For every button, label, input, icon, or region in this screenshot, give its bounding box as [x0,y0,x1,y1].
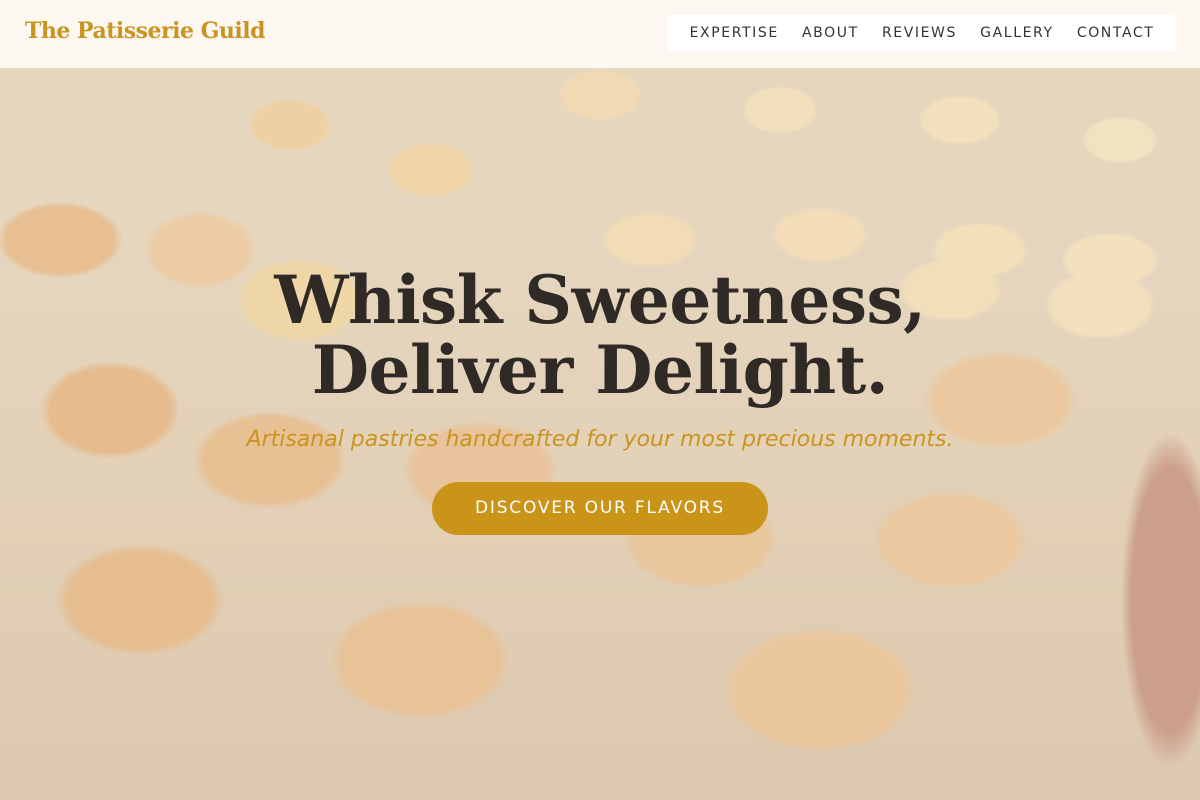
nav-menu: EXPERTISE ABOUT REVIEWS GALLERY CONTACT [668,15,1176,51]
nav-link-gallery[interactable]: GALLERY [980,25,1053,41]
hero-section: Whisk Sweetness, Deliver Delight. Artisa… [0,0,1200,800]
brand-logo[interactable]: The Patisserie Guild [25,18,266,44]
nav-link-about[interactable]: ABOUT [802,25,859,41]
hero-subtitle: Artisanal pastries handcrafted for your … [246,427,954,452]
hero-title: Whisk Sweetness, Deliver Delight. [0,265,1200,405]
nav-link-expertise[interactable]: EXPERTISE [690,25,779,41]
hero-title-line-2: Deliver Delight. [311,331,889,409]
discover-flavors-button[interactable]: DISCOVER OUR FLAVORS [432,482,768,535]
nav-link-contact[interactable]: CONTACT [1077,25,1155,41]
hero-title-line-1: Whisk Sweetness, [274,261,926,339]
hero-content: Whisk Sweetness, Deliver Delight. Artisa… [0,265,1200,535]
nav-link-reviews[interactable]: REVIEWS [882,25,957,41]
top-navbar: The Patisserie Guild EXPERTISE ABOUT REV… [0,0,1200,69]
